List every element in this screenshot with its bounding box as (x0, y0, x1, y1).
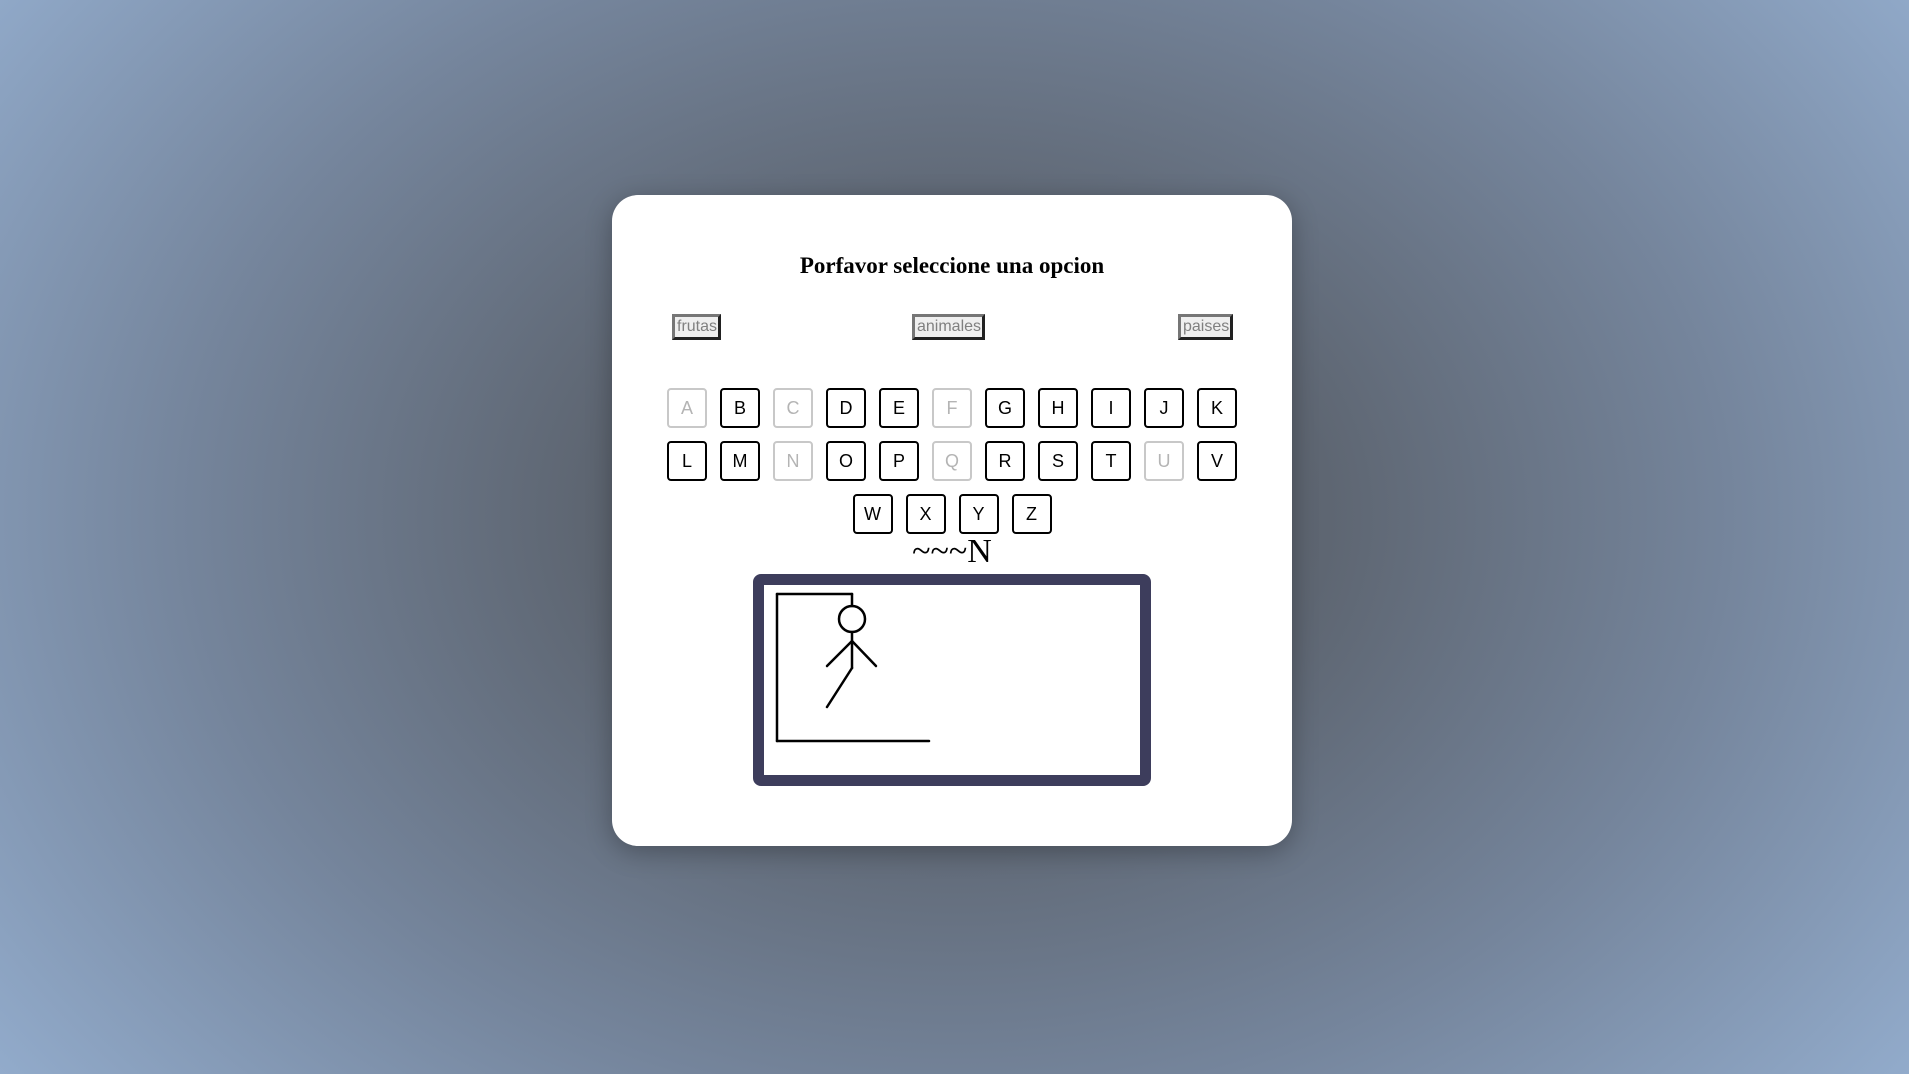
key-m[interactable]: M (720, 441, 760, 481)
key-w[interactable]: W (852, 494, 893, 534)
key-z[interactable]: Z (1011, 494, 1052, 534)
key-b[interactable]: B (720, 388, 760, 428)
key-v[interactable]: V (1197, 441, 1237, 481)
category-paises-button[interactable]: paises (1178, 314, 1233, 340)
keyboard-row-3: WXYZ (612, 494, 1292, 534)
hangman-left-arm (825, 639, 854, 668)
letter-keyboard: ABCDEFGHIJK LMNOPQRSTUV WXYZ (612, 388, 1292, 547)
hidden-word: ~~~N (912, 533, 992, 570)
key-t[interactable]: T (1091, 441, 1131, 481)
category-frutas-button[interactable]: frutas (672, 314, 721, 340)
key-a[interactable]: A (667, 388, 707, 428)
keyboard-row-2: LMNOPQRSTUV (612, 441, 1292, 481)
key-r[interactable]: R (985, 441, 1025, 481)
hangman-drawing (775, 592, 931, 743)
hangman-head (837, 604, 867, 634)
key-x[interactable]: X (905, 494, 946, 534)
key-f[interactable]: F (932, 388, 972, 428)
key-n[interactable]: N (773, 441, 813, 481)
page-title: Porfavor seleccione una opcion (799, 253, 1105, 278)
hangman-left-leg (825, 666, 854, 709)
key-y[interactable]: Y (958, 494, 999, 534)
key-s[interactable]: S (1038, 441, 1078, 481)
key-l[interactable]: L (667, 441, 707, 481)
key-i[interactable]: I (1091, 388, 1131, 428)
key-k[interactable]: K (1197, 388, 1237, 428)
key-e[interactable]: E (879, 388, 919, 428)
key-h[interactable]: H (1038, 388, 1078, 428)
hangman-canvas (753, 574, 1151, 786)
game-card: Porfavor seleccione una opcion frutas an… (612, 195, 1292, 846)
key-j[interactable]: J (1144, 388, 1184, 428)
keyboard-row-1: ABCDEFGHIJK (612, 388, 1292, 428)
hangman-right-arm (850, 639, 878, 668)
key-g[interactable]: G (985, 388, 1025, 428)
category-animales-button[interactable]: animales (912, 314, 985, 340)
key-u[interactable]: U (1144, 441, 1184, 481)
key-o[interactable]: O (826, 441, 866, 481)
key-p[interactable]: P (879, 441, 919, 481)
key-c[interactable]: C (773, 388, 813, 428)
key-q[interactable]: Q (932, 441, 972, 481)
key-d[interactable]: D (826, 388, 866, 428)
